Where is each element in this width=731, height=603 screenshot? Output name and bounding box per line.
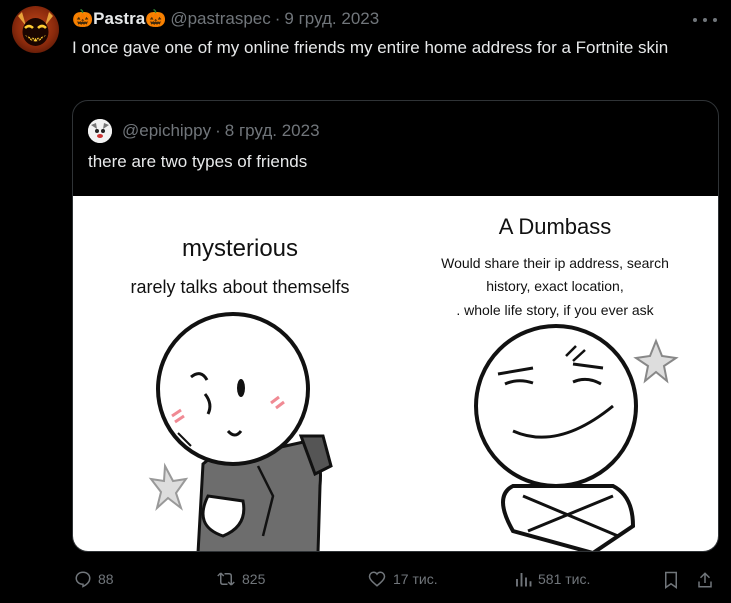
right-line-3: . whole life story, if you ever ask — [456, 302, 654, 318]
quoted-tweet[interactable]: @epichippy · 8 груд. 2023 there are two … — [72, 100, 719, 552]
quoted-author-handle[interactable]: @epichippy — [122, 121, 211, 141]
tweet-date[interactable]: 9 груд. 2023 — [284, 9, 379, 29]
views-button[interactable]: 581 тис. — [514, 570, 590, 588]
author-display-name[interactable]: 🎃Pastra🎃 — [72, 9, 166, 29]
like-count: 17 тис. — [393, 571, 438, 587]
more-options-icon[interactable] — [693, 10, 717, 30]
share-icon — [698, 572, 712, 588]
bookmark-button[interactable] — [662, 570, 686, 590]
reply-button[interactable]: 88 — [74, 570, 114, 588]
demon-avatar-icon — [18, 12, 53, 46]
reply-icon — [75, 571, 91, 588]
left-subtitle: rarely talks about themselfs — [130, 277, 349, 297]
heart-icon — [368, 571, 386, 587]
quoted-tweet-header: @epichippy · 8 груд. 2023 — [88, 119, 320, 143]
quoted-tweet-image[interactable]: mysterious rarely talks about themselfs … — [73, 196, 718, 551]
mysterious-character — [148, 312, 333, 551]
separator-dot: · — [274, 9, 281, 28]
author-handle[interactable]: @pastraspec — [170, 9, 270, 29]
meme-drawing: mysterious rarely talks about themselfs … — [130, 214, 679, 551]
dog-avatar-icon — [88, 119, 112, 143]
repost-icon — [217, 572, 235, 586]
tweet-text: I once gave one of my online friends my … — [72, 38, 669, 57]
reply-count: 88 — [98, 571, 114, 587]
share-button[interactable] — [696, 570, 720, 590]
right-line-2: history, exact location, — [486, 278, 623, 294]
quoted-tweet-date[interactable]: 8 груд. 2023 — [225, 121, 320, 141]
quoted-tweet-text: there are two types of friends — [88, 152, 308, 171]
left-title: mysterious — [182, 235, 298, 262]
tweet-actions: 88 825 17 тис. 581 тис. — [72, 570, 717, 594]
tweet-header: 🎃Pastra🎃 @pastraspec · 9 груд. 2023 — [72, 8, 379, 30]
bookmark-icon — [665, 571, 677, 589]
right-title: A Dumbass — [499, 214, 612, 239]
repost-count: 825 — [242, 571, 266, 587]
views-chart-icon — [516, 573, 532, 587]
like-button[interactable]: 17 тис. — [367, 570, 438, 588]
right-line-1: Would share their ip address, search — [441, 255, 669, 271]
quoted-author-avatar — [88, 119, 112, 143]
views-count: 581 тис. — [538, 571, 591, 587]
author-avatar[interactable] — [12, 6, 59, 53]
separator-dot: · — [215, 121, 221, 140]
dumbass-character — [474, 324, 679, 551]
repost-button[interactable]: 825 — [216, 570, 265, 588]
